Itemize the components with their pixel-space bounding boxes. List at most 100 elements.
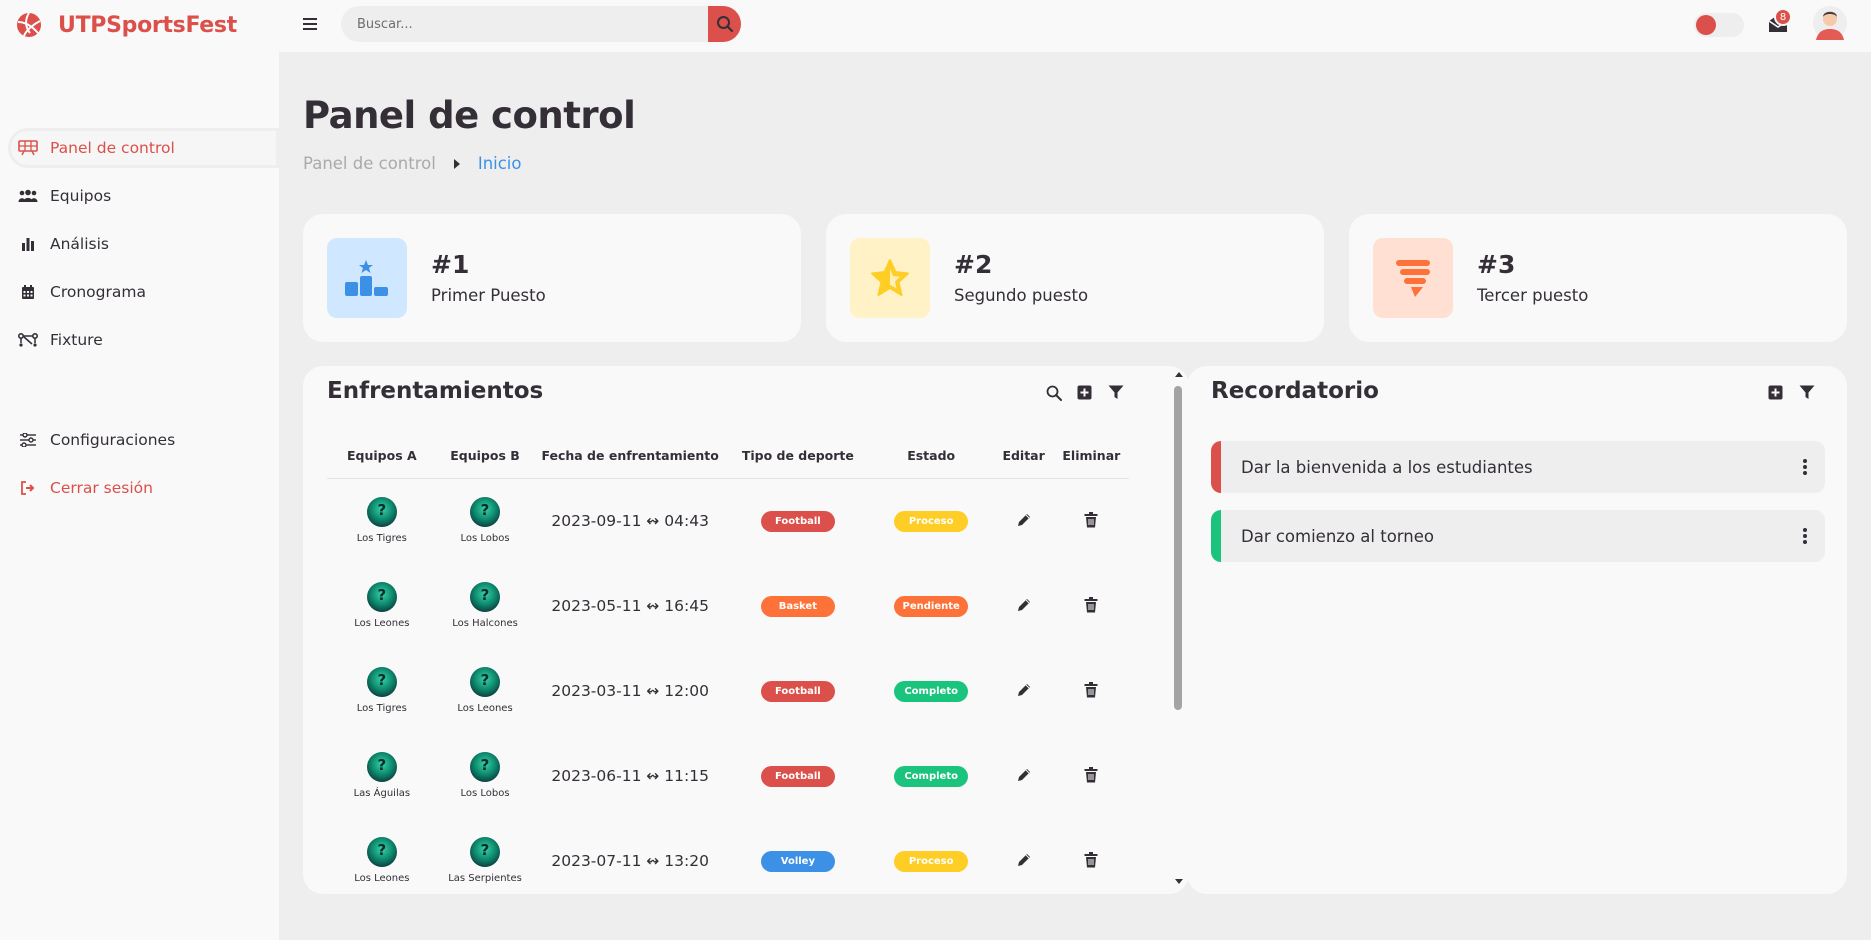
logout-button[interactable]: Cerrar sesión (8, 468, 279, 508)
team-a[interactable]: Los Tigres (357, 667, 407, 714)
stat-icon-box (1373, 238, 1453, 318)
sidebar-item-cronograma[interactable]: Cronograma (8, 272, 279, 312)
team-logo-icon (366, 582, 397, 612)
add-square-icon[interactable] (1076, 384, 1093, 401)
matches-table-body: Los Tigres Los Lobos 2023-09-11 ↭ 04:43 Foo… (327, 478, 1129, 903)
breadcrumb: Panel de control Inicio (303, 154, 522, 173)
trash-icon[interactable] (1081, 595, 1101, 615)
team-name: Los Leones (354, 873, 410, 884)
cell-status: Proceso (869, 818, 994, 903)
volleyball-logo-icon (17, 12, 41, 37)
column-header: Editar (993, 434, 1054, 479)
sidebar-item-label: Cronograma (50, 283, 146, 301)
edit-pencil-icon[interactable] (1014, 850, 1034, 870)
breadcrumb-item-active[interactable]: Inicio (478, 154, 522, 173)
edit-pencil-icon[interactable] (1014, 595, 1034, 615)
trash-icon[interactable] (1081, 680, 1101, 700)
more-vertical-icon[interactable] (1803, 459, 1807, 475)
sidebar-menu: Panel de control Equipos Análisis Cronog… (0, 120, 279, 360)
match-date: 2023-09-11 ↭ 04:43 (551, 511, 709, 530)
sidebar-item-label: Equipos (50, 187, 112, 205)
matches-panel: Enfrentamientos Equipos A Equipos B Fech… (303, 366, 1189, 894)
breadcrumb-item[interactable]: Panel de control (303, 154, 436, 173)
sidebar-item-fixture[interactable]: Fixture (8, 320, 279, 360)
theme-toggle-switch[interactable] (1694, 13, 1744, 37)
team-logo-icon (366, 752, 397, 782)
cell-delete (1054, 818, 1129, 903)
team-a[interactable]: Las Águilas (353, 752, 411, 799)
status-badge: Completo (894, 680, 969, 702)
status-badge: Proceso (894, 510, 969, 532)
bracket-icon (18, 330, 38, 350)
top-navbar: UTPSportsFest 8 (0, 0, 1871, 52)
reminders-toolbar (1767, 384, 1815, 401)
team-b[interactable]: Los Lobos (460, 752, 510, 799)
team-logo-icon (366, 497, 397, 528)
team-a[interactable]: Los Leones (354, 837, 409, 884)
reminder-item[interactable]: Dar comienzo al torneo (1211, 510, 1825, 562)
cell-status: Proceso (869, 478, 994, 563)
cell-edit (994, 648, 1054, 733)
table-row: Las Águilas Los Lobos 2023-06-11 ↭ 11:15 Fo… (327, 733, 1129, 818)
sidebar-bottom-menu: Configuraciones Cerrar sesión (0, 412, 279, 508)
team-a[interactable]: Los Leones (354, 582, 409, 629)
search-input[interactable] (341, 6, 708, 42)
reminders-panel: Recordatorio Dar la bienvenida a los est… (1187, 366, 1847, 894)
more-vertical-icon[interactable] (1803, 528, 1807, 544)
people-group-icon (18, 186, 38, 206)
team-b[interactable]: Los Leones (457, 667, 513, 714)
filter-icon[interactable] (1798, 384, 1815, 401)
sidebar: Panel de control Equipos Análisis Cronog… (0, 52, 279, 940)
stat-label: Segundo puesto (954, 286, 1089, 305)
trash-icon[interactable] (1081, 765, 1101, 785)
menu-toggle-icon[interactable] (300, 14, 320, 34)
edit-pencil-icon[interactable] (1014, 680, 1034, 700)
scroll-thumb[interactable] (1174, 386, 1182, 710)
sidebar-item-panel-de-control[interactable]: Panel de control (8, 128, 279, 168)
reminders-title: Recordatorio (1211, 378, 1379, 404)
cell-team-a: Las Águilas (327, 733, 437, 818)
team-logo-icon (470, 837, 501, 867)
notification-count-badge: 8 (1774, 8, 1792, 26)
brand-name: UTPSportsFest (58, 12, 237, 38)
column-header: Eliminar (1053, 434, 1129, 479)
brand[interactable]: UTPSportsFest (14, 10, 237, 40)
team-name: Los Lobos (460, 788, 510, 799)
dashboard-icon (18, 138, 38, 158)
cell-status: Pendiente (869, 563, 994, 648)
add-square-icon[interactable] (1767, 384, 1784, 401)
sidebar-item-analisis[interactable]: Análisis (8, 224, 279, 264)
scroll-up-arrow-icon[interactable] (1175, 372, 1183, 377)
sport-badge: Volley (760, 850, 835, 872)
matches-scrollbar[interactable] (1172, 370, 1184, 886)
search-icon[interactable] (1045, 384, 1062, 401)
team-b[interactable]: Los Lobos (460, 497, 510, 544)
stat-icon-box (850, 238, 930, 318)
trash-icon[interactable] (1081, 850, 1101, 870)
team-b[interactable]: Los Halcones (452, 582, 518, 629)
team-b[interactable]: Las Serpientes (448, 837, 522, 884)
sidebar-item-label: Cerrar sesión (50, 479, 153, 497)
team-name: Las Serpientes (448, 873, 522, 884)
sidebar-item-label: Configuraciones (50, 431, 176, 449)
edit-pencil-icon[interactable] (1014, 765, 1034, 785)
user-avatar[interactable] (1812, 4, 1848, 42)
search-form (341, 6, 741, 42)
filter-icon[interactable] (1107, 384, 1124, 401)
edit-pencil-icon[interactable] (1014, 510, 1034, 530)
team-name: Las Águilas (353, 788, 411, 799)
match-date: 2023-05-11 ↭ 16:45 (551, 596, 709, 615)
team-logo-icon (470, 667, 501, 697)
search-button[interactable] (708, 6, 741, 42)
scroll-down-arrow-icon[interactable] (1175, 879, 1183, 884)
team-a[interactable]: Los Tigres (357, 497, 407, 544)
cell-sport: Volley (727, 818, 869, 903)
trash-icon[interactable] (1081, 510, 1101, 530)
team-logo-icon (366, 837, 397, 867)
sidebar-item-configuraciones[interactable]: Configuraciones (8, 420, 279, 460)
cell-status: Completo (869, 733, 994, 818)
cell-sport: Football (727, 478, 869, 563)
team-logo-icon (470, 752, 501, 782)
reminder-item[interactable]: Dar la bienvenida a los estudiantes (1211, 441, 1825, 493)
sidebar-item-equipos[interactable]: Equipos (8, 176, 279, 216)
